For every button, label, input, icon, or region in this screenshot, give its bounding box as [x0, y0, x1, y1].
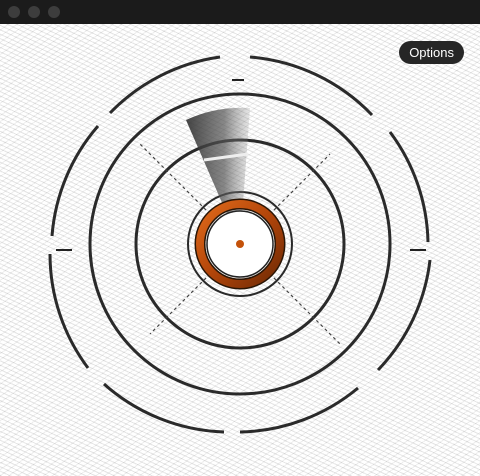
- center-marker-dot: [236, 240, 244, 248]
- close-window-button[interactable]: [8, 6, 20, 18]
- zoom-window-button[interactable]: [48, 6, 60, 18]
- title-bar: [0, 0, 480, 24]
- app-window: Options: [0, 0, 480, 476]
- radar-display: [48, 55, 432, 434]
- options-button[interactable]: Options: [399, 41, 464, 64]
- radar-viewport[interactable]: Options: [0, 24, 480, 476]
- minimize-window-button[interactable]: [28, 6, 40, 18]
